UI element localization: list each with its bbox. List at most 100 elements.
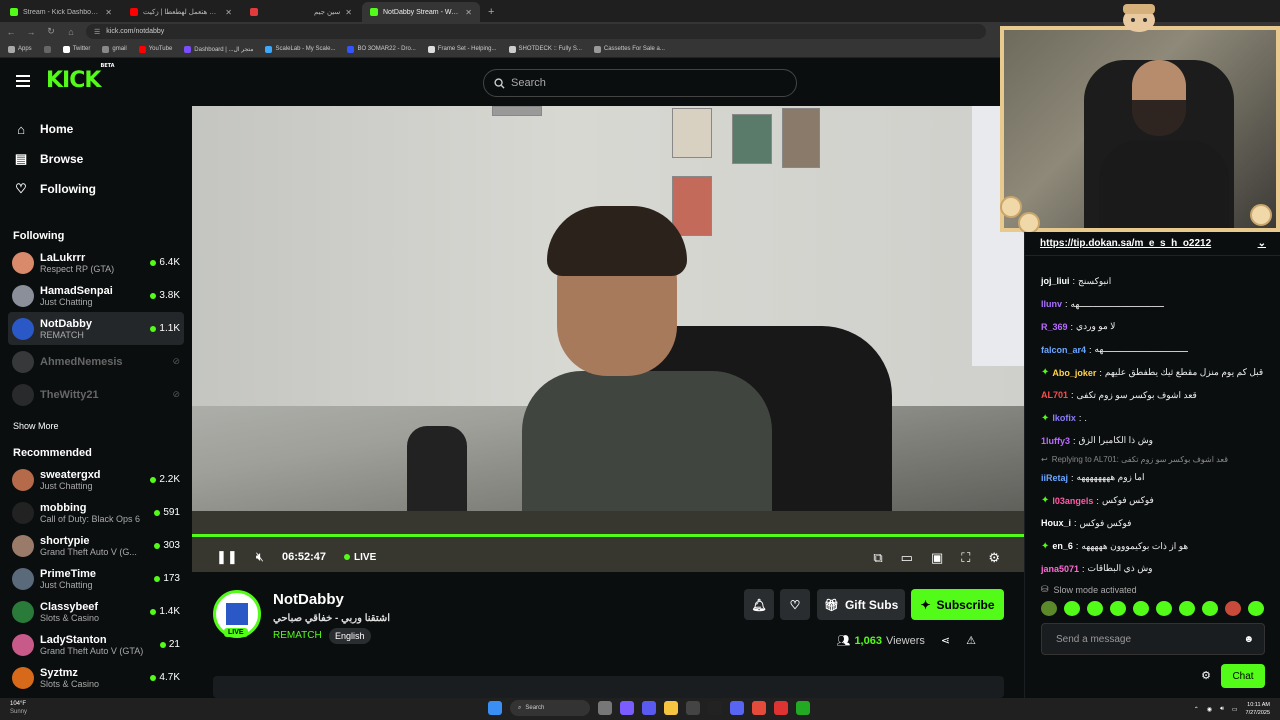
video-player[interactable]: ❚❚ 🔇︎ 06:52:47 LIVE ⧉ ▭ ▣ ⛶ ⚙ (192, 106, 1024, 572)
chat-send-button[interactable]: Chat (1221, 664, 1265, 688)
taskbar-search[interactable]: ⌕ Search (510, 700, 590, 716)
settings-icon[interactable]: ⚙ (988, 550, 1000, 566)
kick-logo[interactable]: KICKBETA (46, 63, 115, 93)
emote-icon[interactable] (1110, 601, 1126, 616)
bookmark-item[interactable] (43, 45, 51, 53)
video-progress-bar[interactable] (192, 534, 1024, 537)
close-icon[interactable]: ✕ (465, 8, 472, 17)
browser-tab[interactable]: Stream - Kick Dashboard ✕ (2, 2, 120, 22)
pinned-message[interactable]: https://tip.dokan.sa/m_e_s_h_o2212 ⌄ (1025, 232, 1280, 256)
volume-icon[interactable]: 🔊︎ (1220, 706, 1224, 713)
chat-username[interactable]: joj_liui (1041, 276, 1070, 286)
app-icon[interactable] (708, 701, 722, 715)
emote-icon[interactable] (1225, 601, 1241, 616)
share-icon[interactable]: ⋖ (941, 634, 950, 647)
follow-button[interactable]: ♡ (780, 589, 810, 620)
chat-message[interactable]: Houx_i: فوكس فوكس (1025, 512, 1280, 535)
close-icon[interactable]: ✕ (225, 8, 232, 17)
back-icon[interactable]: ← (6, 27, 16, 37)
chat-message[interactable]: jana5071: وش ذي البطاقات (1025, 558, 1280, 581)
menu-icon[interactable] (16, 75, 30, 87)
chat-message[interactable]: joj_liui: انبوكسنج (1025, 270, 1280, 293)
emote-icon[interactable] (1087, 601, 1103, 616)
tray-chevron-icon[interactable]: ⌃ (1194, 706, 1199, 713)
notification-button[interactable]: 🔔︎ (744, 589, 774, 620)
chat-message[interactable]: llunv: ــــــــــــــــــــــــــــــــهه (1025, 293, 1280, 316)
emote-icon[interactable] (1156, 601, 1172, 616)
emote-icon[interactable] (1179, 601, 1195, 616)
browser-tab[interactable]: سين جيم ✕ (242, 2, 360, 22)
search-input[interactable]: Search (483, 69, 797, 97)
copilot-icon[interactable] (620, 701, 634, 715)
bookmark-item[interactable]: BO 3OMAR22 - Dro... (347, 45, 416, 53)
app-icon[interactable] (774, 701, 788, 715)
show-more-button[interactable]: Show More (0, 415, 192, 437)
chat-message[interactable]: ✦ en_6: هو از ذات بوكيمووون هههههه (1025, 535, 1280, 558)
browser-tab-active[interactable]: NotDabby Stream - Watch Live ✕ (362, 2, 480, 22)
emote-icon[interactable] (1064, 601, 1080, 616)
sidebar-channel[interactable]: NotDabby REMATCH 1.1K (8, 312, 184, 345)
chat-message[interactable]: ✦ Ikofix:. (1025, 407, 1280, 430)
emote-icon[interactable] (1248, 601, 1264, 616)
discord-icon[interactable] (730, 701, 744, 715)
app-icon[interactable] (686, 701, 700, 715)
chevron-down-icon[interactable]: ⌄ (1258, 238, 1266, 249)
app-icon[interactable] (796, 701, 810, 715)
emote-icon[interactable] (1202, 601, 1218, 616)
bookmark-item[interactable]: Dashboard | ...متجر ال (184, 45, 253, 53)
chat-username[interactable]: AL701 (1041, 390, 1068, 400)
sidebar-channel[interactable]: mobbing Call of Duty: Black Ops 6 591 (0, 496, 192, 529)
sidebar-channel[interactable]: TheWitty21 ⊘ (0, 378, 192, 411)
sidebar-channel[interactable]: AhmedNemesis ⊘ (0, 345, 192, 378)
chat-username[interactable]: iiRetaj (1041, 473, 1068, 483)
home-browser-icon[interactable]: ⌂ (66, 27, 76, 37)
clip-icon[interactable]: ⧉ (873, 550, 882, 566)
chat-message[interactable]: 1luffy3: وش ذا الكامبرا الزق (1025, 430, 1280, 453)
sidebar-channel[interactable]: PrimeTime Just Chatting 173 (0, 562, 192, 595)
battery-icon[interactable]: ▭ (1232, 706, 1238, 713)
stream-category[interactable]: REMATCH (273, 630, 322, 641)
sidebar-channel[interactable]: LadyStanton Grand Theft Auto V (GTA) 21 (0, 628, 192, 661)
sidebar-channel[interactable]: shortypie Grand Theft Auto V (G... 303 (0, 529, 192, 562)
theater-mode-icon[interactable]: ▣ (931, 550, 943, 566)
forward-icon[interactable]: → (26, 27, 36, 37)
wifi-icon[interactable]: ◉ (1207, 706, 1212, 713)
chat-username[interactable]: falcon_ar4 (1041, 345, 1086, 355)
chat-username[interactable]: jana5071 (1041, 564, 1079, 574)
fullscreen-icon[interactable]: ⛶ (961, 550, 970, 566)
file-explorer-icon[interactable] (664, 701, 678, 715)
chat-username[interactable]: 1luffy3 (1041, 436, 1070, 446)
close-icon[interactable]: ✕ (105, 8, 112, 17)
chat-username[interactable]: Ikofix (1052, 413, 1076, 423)
chat-message[interactable]: falcon_ar4: ـــــــــــــــــــــــــــــ… (1025, 338, 1280, 361)
emote-icon[interactable] (1133, 601, 1149, 616)
nav-home[interactable]: ⌂ Home (0, 114, 192, 144)
chat-username[interactable]: llunv (1041, 299, 1062, 309)
reload-icon[interactable]: ↻ (46, 26, 56, 37)
pinned-link[interactable]: https://tip.dokan.sa/m_e_s_h_o2212 (1040, 238, 1211, 249)
bookmark-item[interactable]: Cassettes For Sale a... (593, 45, 665, 53)
weather-widget[interactable]: 104°F Sunny (10, 700, 27, 716)
sidebar-channel[interactable]: Syztmz Slots & Casino 4.7K (0, 661, 192, 694)
bookmark-item[interactable]: Frame Set - Helping... (427, 45, 497, 53)
miniplayer-icon[interactable]: ▭ (901, 550, 913, 566)
emoji-icon[interactable]: ☻ (1243, 634, 1254, 645)
sidebar-channel[interactable]: LaLukrrr Respect RP (GTA) 6.4K (0, 246, 192, 279)
chat-input[interactable]: Send a message ☻ (1041, 623, 1265, 655)
teams-icon[interactable] (642, 701, 656, 715)
bookmark-item[interactable]: Twitter (62, 45, 90, 53)
mute-icon[interactable]: 🔇︎ (256, 549, 264, 565)
windows-start-icon[interactable] (488, 701, 502, 715)
chat-settings-icon[interactable]: ⚙ (1201, 669, 1211, 682)
report-icon[interactable]: ⚠ (966, 634, 976, 647)
sidebar-channel[interactable]: sweatergxd Just Chatting 2.2K (0, 463, 192, 496)
gift-subs-button[interactable]: 🎁︎ Gift Subs (817, 589, 905, 620)
bookmark-item[interactable]: Apps (8, 45, 32, 53)
chat-message[interactable]: AL701: قعد اشوف بوكسر سو زوم تكفى (1025, 384, 1280, 407)
channel-name[interactable]: NotDabby (273, 591, 344, 608)
bookmark-item[interactable]: SHOTDECK :: Fully S... (508, 45, 582, 53)
chrome-icon[interactable] (752, 701, 766, 715)
sidebar-channel[interactable]: HamadSenpai Just Chatting 3.8K (0, 279, 192, 312)
sidebar-channel[interactable]: Classybeef Slots & Casino 1.4K (0, 595, 192, 628)
chat-username[interactable]: l03angels (1052, 496, 1093, 506)
